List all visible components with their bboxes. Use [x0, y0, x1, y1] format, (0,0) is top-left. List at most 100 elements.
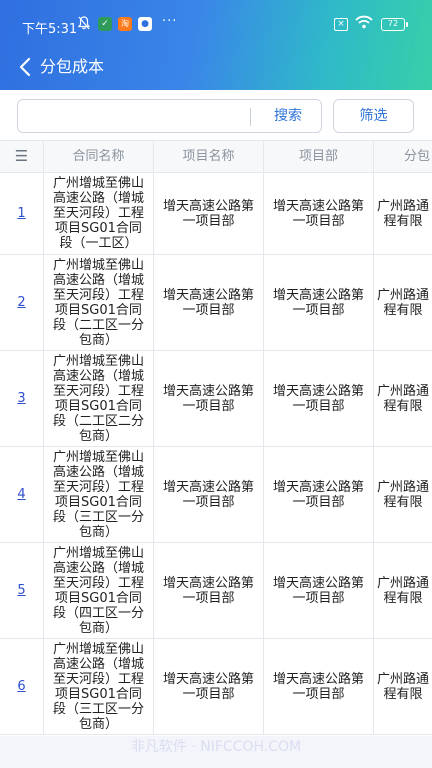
project-name-line: 一项目部: [182, 213, 235, 229]
subcontractor-cell: 广州路通 程有限: [374, 255, 432, 350]
search-input[interactable]: [26, 103, 246, 129]
row-index-cell: 6: [0, 639, 44, 734]
column-header-dept: 项目部: [264, 141, 374, 172]
subcontractor-line: 程有限: [383, 398, 423, 414]
row-index-link[interactable]: 6: [17, 679, 25, 694]
contract-name-line: 段（三工区一分: [52, 701, 144, 717]
contract-name-cell: 广州增城至佛山 高速公路（增城 至天河段）工程 项目SG01合同 段（三工区一分 包商）: [44, 639, 154, 734]
contract-name-line: 至天河段）工程: [52, 575, 144, 591]
column-header-project: 项目名称: [154, 141, 264, 172]
project-name-cell: 增天高速公路第 一项目部: [154, 543, 264, 638]
column-header-subcontractor: 分包: [404, 149, 431, 164]
project-dept-cell: 增天高速公路第 一项目部: [264, 447, 374, 542]
contract-name-line: 广州增城至佛山: [52, 176, 144, 191]
project-name-line: 一项目部: [182, 302, 235, 318]
shield-app-icon: ✓: [98, 17, 112, 31]
search-bar: 搜索 筛选: [0, 90, 432, 140]
more-notifications-icon: ···: [162, 14, 178, 29]
contract-name-line: 广州增城至佛山: [52, 353, 144, 369]
project-dept-line: 增天高速公路第: [272, 479, 364, 495]
project-dept-line: 一项目部: [292, 302, 345, 318]
status-time: 下午5:31: [22, 22, 78, 37]
contract-name-line: 高速公路（增城: [52, 272, 144, 288]
row-index-link[interactable]: 2: [17, 295, 25, 310]
contract-name-cell: 广州增城至佛山 高速公路（增城 至天河段）工程 项目SG01合同 段（三工区一分 包商）: [44, 447, 154, 542]
row-index-link[interactable]: 3: [17, 391, 25, 406]
contract-name-cell: 广州增城至佛山 高速公路（增城 至天河段）工程 项目SG01合同 段（二工区一分 包商）: [44, 255, 154, 350]
row-index-link[interactable]: 5: [17, 583, 25, 598]
contract-name-line: 包商）: [78, 524, 118, 540]
project-name-cell: 增天高速公路第 一项目部: [154, 639, 264, 734]
table-row[interactable]: 6 广州增城至佛山 高速公路（增城 至天河段）工程 项目SG01合同 段（三工区一分 包商）…: [0, 639, 432, 735]
contract-name-line: 至天河段）工程: [52, 206, 144, 221]
subcontractor-line: 广州路通: [377, 479, 430, 495]
column-header-contract: 合同名称: [44, 141, 154, 172]
project-dept-line: 一项目部: [292, 686, 345, 702]
column-settings-icon[interactable]: ☰: [0, 141, 44, 172]
contract-name-line: 项目SG01合同: [55, 398, 142, 414]
table-row[interactable]: 1 广州增城至佛山 高速公路（增城 至天河段）工程 项目SG01合同 段（一工区） 增天高速…: [0, 173, 432, 255]
table-header: ☰ 合同名称 项目名称 项目部 分包: [0, 141, 432, 173]
table-row[interactable]: 4 广州增城至佛山 高速公路（增城 至天河段）工程 项目SG01合同 段（三工区一分 包商）…: [0, 447, 432, 543]
search-box: 搜索: [17, 99, 322, 133]
contract-name-line: 项目SG01合同: [55, 302, 142, 318]
project-dept-cell: 增天高速公路第 一项目部: [264, 351, 374, 446]
contract-name-line: 广州增城至佛山: [52, 641, 144, 657]
status-bar: 下午5:31 ✓ 淘 ● ··· × 72: [0, 0, 432, 50]
watermark: 非凡软件 · NIFCCOH.COM: [0, 736, 432, 768]
project-dept-line: 增天高速公路第: [272, 383, 364, 399]
contract-name-line: 高速公路（增城: [52, 191, 144, 206]
contract-name-line: 至天河段）工程: [52, 287, 144, 303]
contract-name-line: 广州增城至佛山: [52, 449, 144, 465]
subcontractor-cell: 广州路通 程有限: [374, 173, 432, 254]
contract-name-line: 项目SG01合同: [55, 686, 142, 702]
row-index-cell: 4: [0, 447, 44, 542]
table-row[interactable]: 2 广州增城至佛山 高速公路（增城 至天河段）工程 项目SG01合同 段（二工区一分 包商）…: [0, 255, 432, 351]
project-dept-line: 增天高速公路第: [272, 671, 364, 687]
app-header: 下午5:31 ✓ 淘 ● ··· × 72 分包成本: [0, 0, 432, 90]
contract-name-cell: 广州增城至佛山 高速公路（增城 至天河段）工程 项目SG01合同 段（一工区）: [44, 173, 154, 254]
search-divider: [250, 108, 251, 126]
table-row[interactable]: 5 广州增城至佛山 高速公路（增城 至天河段）工程 项目SG01合同 段（四工区一分 包商）…: [0, 543, 432, 639]
contract-name-line: 包商）: [78, 620, 118, 636]
table-row[interactable]: 3 广州增城至佛山 高速公路（增城 至天河段）工程 项目SG01合同 段（二工区二分 包商）…: [0, 351, 432, 447]
contract-name-line: 高速公路（增城: [52, 560, 144, 576]
search-button[interactable]: 搜索: [256, 100, 320, 132]
subcontractor-cell: 广州路通 程有限: [374, 543, 432, 638]
contract-name-line: 高速公路（增城: [52, 464, 144, 480]
row-index-link[interactable]: 1: [17, 206, 25, 221]
contract-name-line: 包商）: [78, 428, 118, 444]
cost-table: ☰ 合同名称 项目名称 项目部 分包 1 广州增城至佛山 高速公路（增城 至天河段）工…: [0, 140, 432, 740]
contract-name-line: 包商）: [78, 716, 118, 732]
subcontractor-line: 广州路通: [377, 383, 430, 399]
subcontractor-line: 程有限: [383, 302, 423, 318]
contract-name-line: 高速公路（增城: [52, 656, 144, 672]
mute-icon: [77, 16, 91, 34]
subcontractor-cell: 广州路通 程有限: [374, 639, 432, 734]
subcontractor-line: 广州路通: [377, 575, 430, 591]
no-sim-icon: ×: [334, 18, 348, 31]
row-index-link[interactable]: 4: [17, 487, 25, 502]
subcontractor-line: 广州路通: [377, 287, 430, 303]
filter-button[interactable]: 筛选: [333, 99, 414, 133]
project-dept-cell: 增天高速公路第 一项目部: [264, 173, 374, 254]
subcontractor-line: 程有限: [383, 494, 423, 510]
contract-name-line: 包商）: [78, 332, 118, 348]
project-dept-line: 一项目部: [292, 213, 345, 229]
back-arrow-icon[interactable]: [18, 56, 36, 78]
project-dept-cell: 增天高速公路第 一项目部: [264, 639, 374, 734]
project-name-line: 增天高速公路第: [162, 479, 254, 495]
project-name-line: 一项目部: [182, 494, 235, 510]
row-index-cell: 2: [0, 255, 44, 350]
subcontractor-line: 程有限: [383, 686, 423, 702]
project-dept-cell: 增天高速公路第 一项目部: [264, 543, 374, 638]
subcontractor-line: 程有限: [383, 590, 423, 606]
row-index-cell: 5: [0, 543, 44, 638]
project-dept-line: 增天高速公路第: [272, 287, 364, 303]
contract-name-line: 广州增城至佛山: [52, 257, 144, 273]
contract-name-cell: 广州增城至佛山 高速公路（增城 至天河段）工程 项目SG01合同 段（二工区二分 包商）: [44, 351, 154, 446]
row-index-cell: 1: [0, 173, 44, 254]
contract-name-cell: 广州增城至佛山 高速公路（增城 至天河段）工程 项目SG01合同 段（四工区一分 包商）: [44, 543, 154, 638]
project-name-cell: 增天高速公路第 一项目部: [154, 351, 264, 446]
subcontractor-line: 程有限: [383, 213, 423, 229]
